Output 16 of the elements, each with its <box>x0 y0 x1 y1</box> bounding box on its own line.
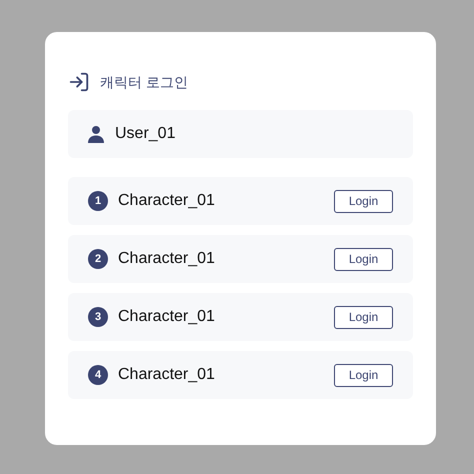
user-icon <box>87 125 105 143</box>
user-name: User_01 <box>115 124 176 144</box>
login-button[interactable]: Login <box>334 306 393 328</box>
character-name: Character_01 <box>118 191 216 211</box>
number-badge: 3 <box>88 307 108 327</box>
character-name: Character_01 <box>118 307 216 327</box>
number-badge: 4 <box>88 365 108 385</box>
number-badge: 2 <box>88 249 108 269</box>
card-title: 캐릭터 로그인 <box>100 72 188 92</box>
login-button[interactable]: Login <box>334 248 393 270</box>
character-name: Character_01 <box>118 249 216 269</box>
login-button[interactable]: Login <box>334 364 393 386</box>
number-badge: 1 <box>88 191 108 211</box>
character-name: Character_01 <box>118 365 216 385</box>
login-icon <box>68 71 90 93</box>
login-button[interactable]: Login <box>334 190 393 212</box>
